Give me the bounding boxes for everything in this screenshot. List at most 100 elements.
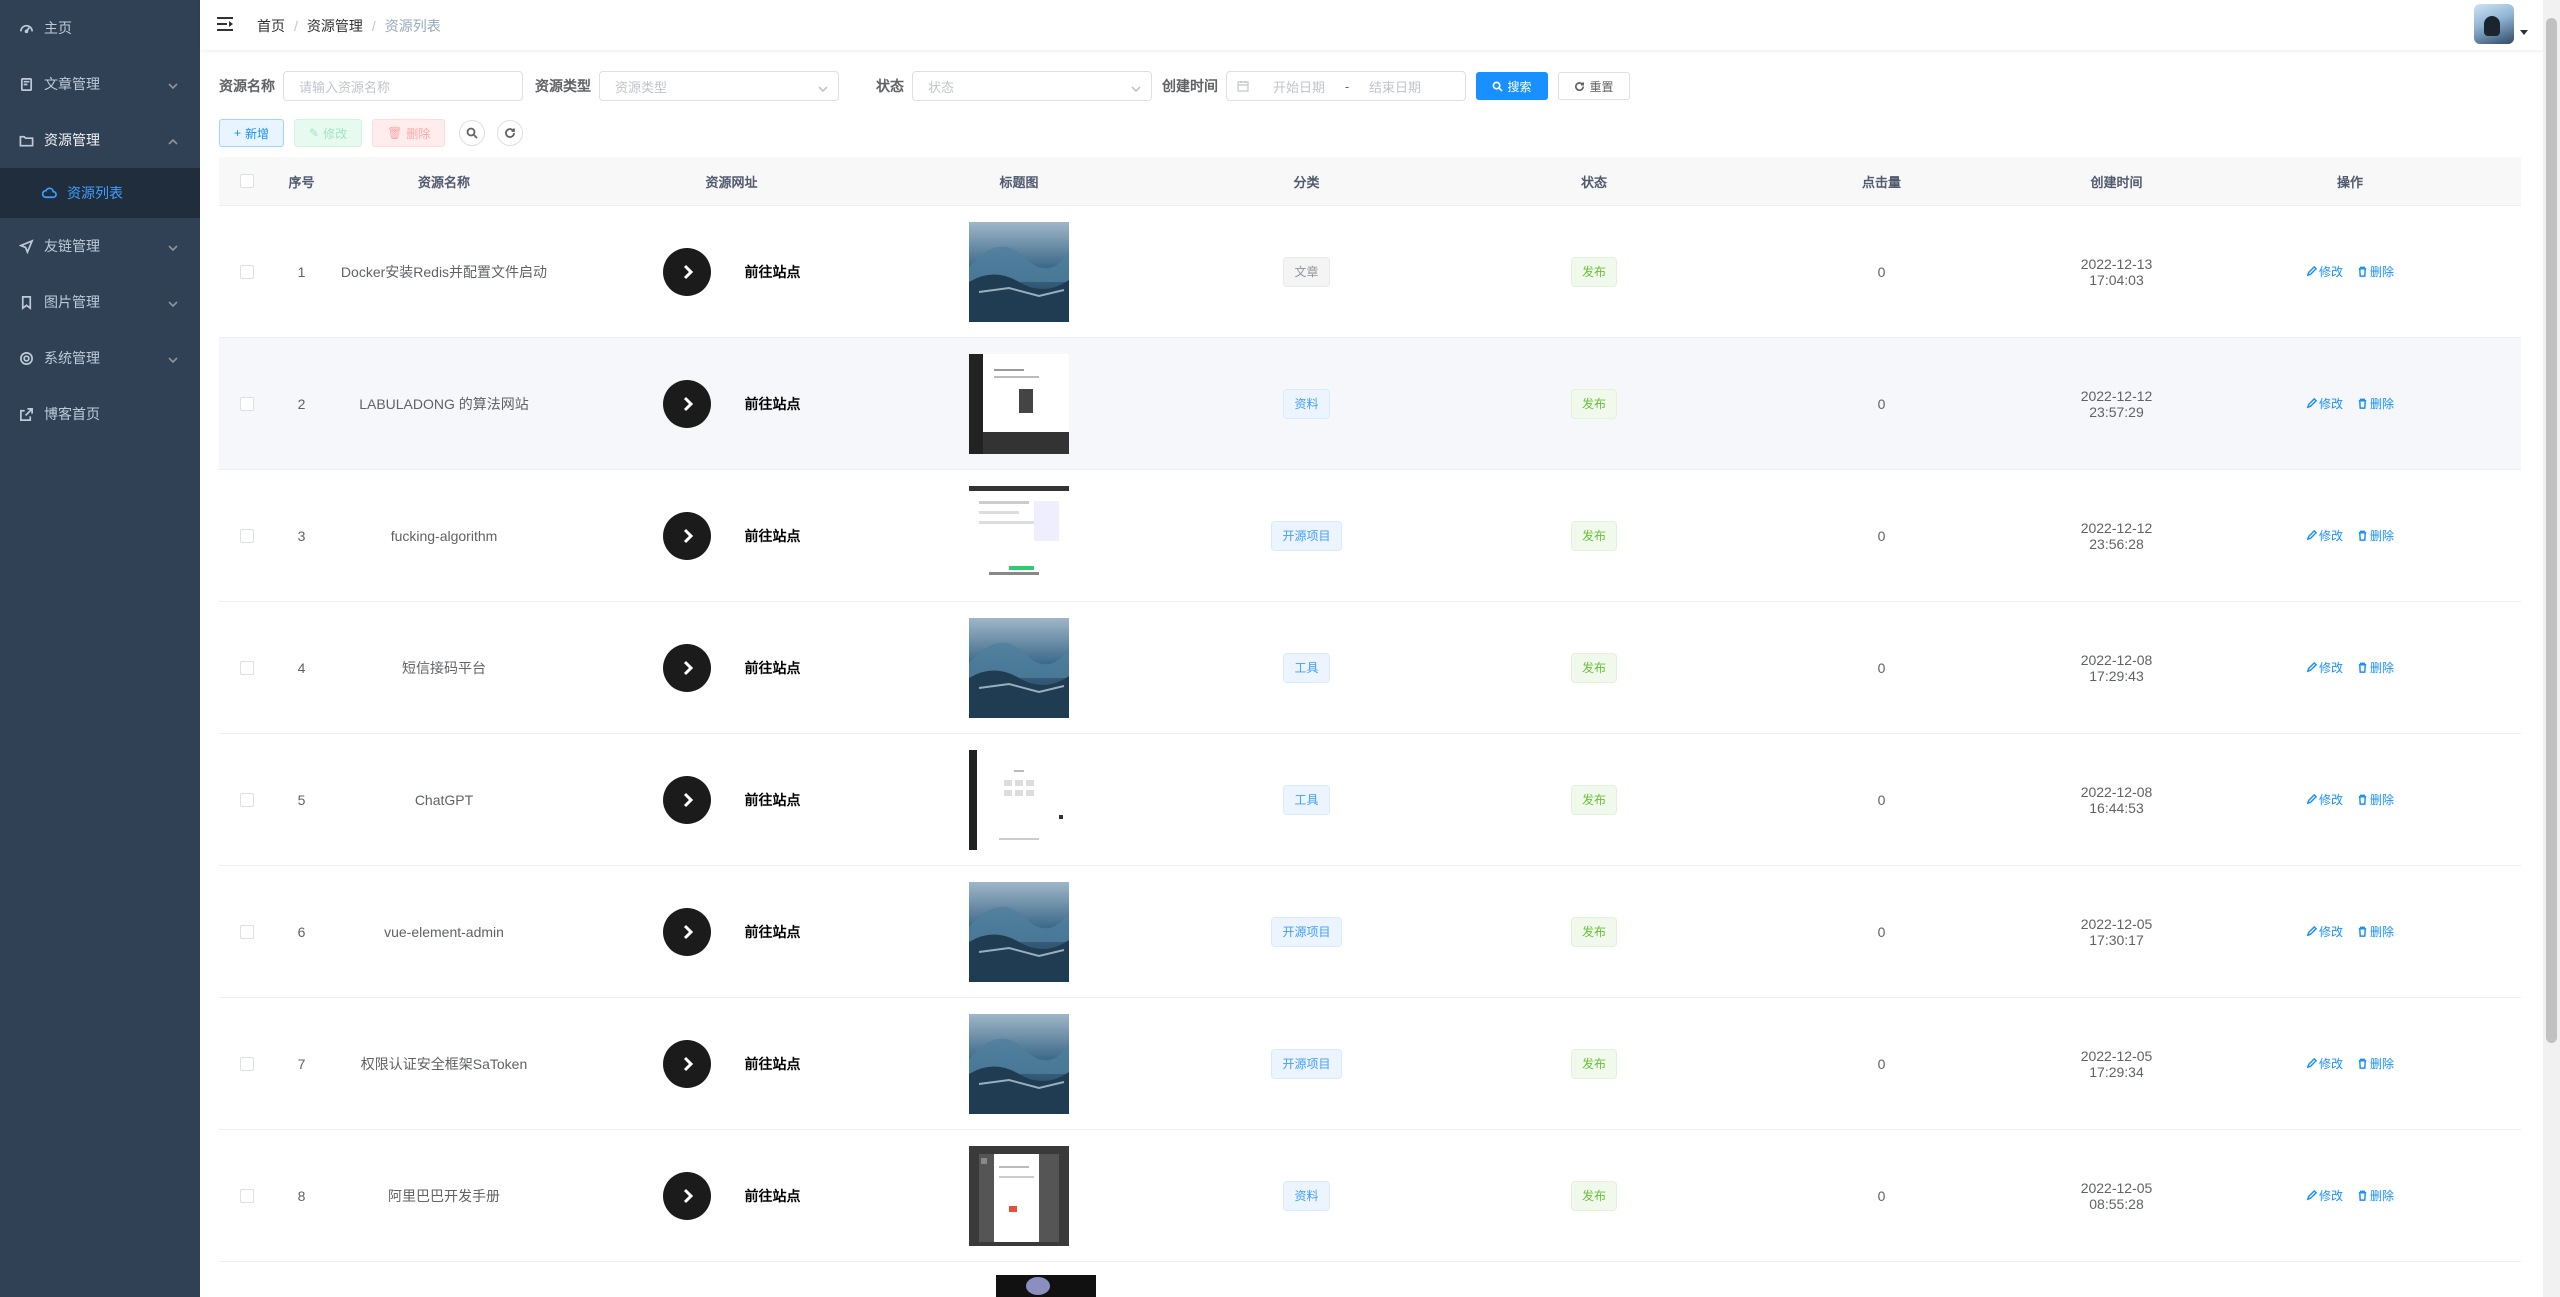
visit-site-link[interactable]: 前往站点 [662,643,801,692]
folder-icon [18,132,34,148]
arrow-right-icon[interactable] [662,907,711,956]
table-row[interactable]: 6 vue-element-admin 前往站点 开源项目 发布 0 2022-12-05 … [219,866,2521,998]
reset-button[interactable]: 重置 [1558,72,1630,100]
visit-site-link[interactable]: 前往站点 [662,1039,801,1088]
edit-button[interactable]: ✎ 修改 [294,119,363,147]
visit-site-link[interactable]: 前往站点 [662,379,801,428]
row-delete-button[interactable]: 删除 [2357,1187,2394,1204]
table-row[interactable]: 1 Docker安装Redis并配置文件启动 前往站点 文章 发布 0 2022-12-13… [219,206,2521,338]
visit-site-label[interactable]: 前往站点 [745,1054,801,1074]
row-edit-button[interactable]: 修改 [2306,263,2343,280]
row-checkbox[interactable] [239,1188,254,1203]
table-row[interactable]: 3 fucking-algorithm 前往站点 开源项目 发布 0 2022-12-12 … [219,470,2521,602]
sidebar-item-images[interactable]: 图片管理 [0,274,200,330]
row-delete-button[interactable]: 删除 [2357,791,2394,808]
row-checkbox[interactable] [239,660,254,675]
vertical-scrollbar[interactable] [2543,0,2560,1297]
row-index: 3 [297,527,306,544]
status-badge: 发布 [1570,916,1617,947]
row-thumbnail [904,617,1134,718]
visit-site-label[interactable]: 前往站点 [745,394,801,414]
row-delete-button[interactable]: 删除 [2357,1055,2394,1072]
edit-icon [2306,1190,2317,1201]
category-tag: 资料 [1283,1180,1330,1211]
visit-site-label[interactable]: 前往站点 [745,790,801,810]
row-edit-button[interactable]: 修改 [2306,791,2343,808]
toggle-search-button[interactable] [459,120,486,146]
table-row[interactable]: 5 ChatGPT 前往站点 工具 发布 0 2022-12-08 16:44:53 修改 删除 [219,734,2521,866]
visit-site-label[interactable]: 前往站点 [745,262,801,282]
row-checkbox[interactable] [239,1056,254,1071]
gear-icon [18,350,34,366]
resource-type-select[interactable]: 资源类型 [599,71,839,101]
refresh-button[interactable] [497,120,524,146]
status-select[interactable]: 状态 [912,71,1152,101]
table-row[interactable]: 4 短信接码平台 前往站点 工具 发布 0 2022-12-08 17:29:43 修改 删除 [219,602,2521,734]
select-all-checkbox[interactable] [239,174,254,188]
caret-down-icon[interactable] [2520,30,2528,35]
avatar[interactable] [2474,4,2514,44]
arrow-right-icon[interactable] [662,379,711,428]
row-status-cell: 发布 [1479,784,1709,815]
row-delete-button[interactable]: 删除 [2357,263,2394,280]
visit-site-label[interactable]: 前往站点 [745,526,801,546]
refresh-icon [505,128,516,138]
row-edit-button[interactable]: 修改 [2306,527,2343,544]
visit-site-link[interactable]: 前往站点 [662,775,801,824]
breadcrumb-resources[interactable]: 资源管理 [307,16,363,36]
sidebar-item-articles[interactable]: 文章管理 [0,56,200,112]
row-edit-button[interactable]: 修改 [2306,1055,2343,1072]
row-delete-button[interactable]: 删除 [2357,395,2394,412]
scrollbar-thumb[interactable] [2546,18,2557,1043]
table-row[interactable]: 7 权限认证安全框架SaToken 前往站点 开源项目 发布 0 2022-12-05 17… [219,998,2521,1130]
row-checkbox[interactable] [239,792,254,807]
visit-site-label[interactable]: 前往站点 [745,1186,801,1206]
row-delete-label: 删除 [2370,925,2395,939]
arrow-right-icon[interactable] [662,247,711,296]
row-edit-button[interactable]: 修改 [2306,659,2343,676]
hamburger-icon[interactable] [216,16,234,32]
sidebar-item-system[interactable]: 系统管理 [0,330,200,386]
row-delete-button[interactable]: 删除 [2357,659,2394,676]
row-edit-button[interactable]: 修改 [2306,1187,2343,1204]
row-checkbox[interactable] [239,264,254,279]
row-checkbox[interactable] [239,528,254,543]
arrow-right-icon[interactable] [662,643,711,692]
arrow-right-icon[interactable] [662,775,711,824]
row-delete-button[interactable]: 删除 [2357,923,2394,940]
sidebar-item-resource-list[interactable]: 资源列表 [0,168,200,218]
visit-site-link[interactable]: 前往站点 [662,907,801,956]
sidebar-item-blog-home[interactable]: 博客首页 [0,386,200,442]
search-button[interactable]: 搜索 [1476,72,1548,100]
visit-site-link[interactable]: 前往站点 [662,511,801,560]
table-row[interactable]: 2 LABULADONG 的算法网站 前往站点 资料 发布 0 2022-12-12 23:… [219,338,2521,470]
date-range-picker[interactable]: 开始日期 - 结束日期 [1226,71,1466,101]
row-delete-button[interactable]: 删除 [2357,527,2394,544]
arrow-right-icon[interactable] [662,1171,711,1220]
visit-site-link[interactable]: 前往站点 [662,1171,801,1220]
visit-site-label[interactable]: 前往站点 [745,658,801,678]
row-name: 短信接码平台 [402,659,486,676]
visit-site-label[interactable]: 前往站点 [745,922,801,942]
add-button[interactable]: + 新增 [219,119,285,147]
sidebar-item-resources[interactable]: 资源管理 [0,112,200,168]
row-edit-button[interactable]: 修改 [2306,923,2343,940]
row-checkbox[interactable] [239,396,254,411]
delete-button[interactable]: 🗑︎ 删除 [372,119,446,147]
chevron-down-icon [1131,82,1141,97]
arrow-right-icon[interactable] [662,1039,711,1088]
table-row[interactable]: 8 阿里巴巴开发手册 前往站点 资料 发布 0 2022-12-05 08:55:28 修改 删… [219,1130,2521,1262]
status-badge: 发布 [1570,388,1617,419]
sidebar-item-links[interactable]: 友链管理 [0,218,200,274]
arrow-right-icon[interactable] [662,511,711,560]
sidebar-item-home[interactable]: 主页 [0,0,200,56]
resource-name-input[interactable]: 请输入资源名称 [283,71,523,101]
visit-site-link[interactable]: 前往站点 [662,247,801,296]
plus-icon: + [234,126,242,140]
calendar-icon [1237,81,1249,92]
row-actions: 修改 删除 [2179,923,2521,940]
row-checkbox[interactable] [239,924,254,939]
row-edit-button[interactable]: 修改 [2306,395,2343,412]
breadcrumb-home[interactable]: 首页 [257,16,285,36]
row-index: 1 [297,263,306,280]
